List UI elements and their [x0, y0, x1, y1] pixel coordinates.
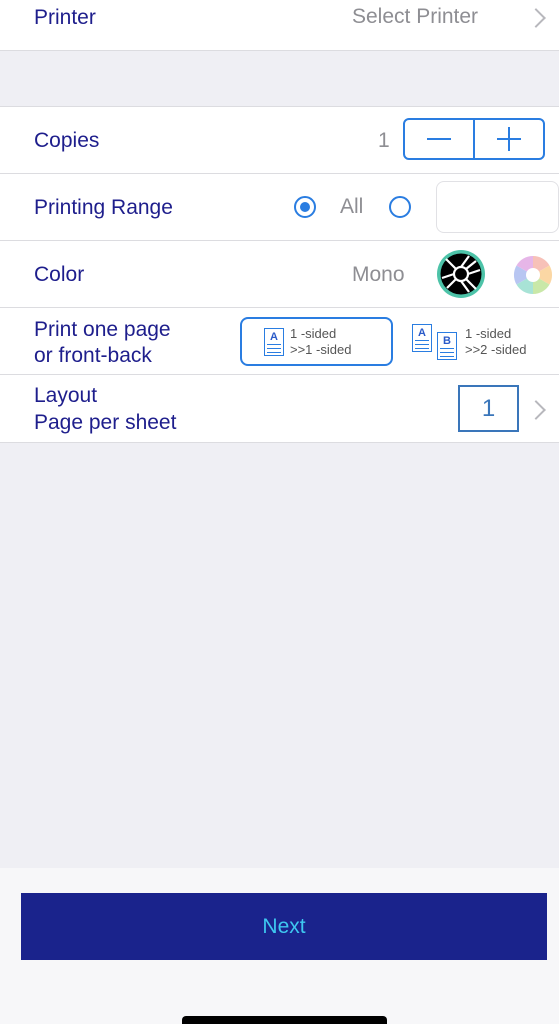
next-button[interactable]: Next: [21, 893, 547, 960]
decrement-button[interactable]: [405, 120, 473, 158]
printer-label: Printer: [34, 6, 96, 29]
minus-icon: [427, 138, 451, 140]
option1-line2: >>1 -sided: [290, 341, 352, 357]
color-label: Color: [34, 263, 85, 286]
option2-line2: >>2 -sided: [465, 341, 527, 357]
chevron-right-icon: [526, 400, 546, 420]
sided-label-line2: or front-back: [34, 344, 152, 367]
document-a-icon: A: [412, 323, 432, 352]
layout-label-line1: Layout: [34, 384, 98, 407]
radio-range[interactable]: [389, 196, 411, 218]
copies-stepper[interactable]: [403, 118, 545, 160]
one-to-one-sided-button[interactable]: A 1 -sided >>1 -sided: [240, 317, 393, 366]
pages-per-sheet-value[interactable]: 1: [458, 385, 519, 432]
printing-range-label: Printing Range: [34, 196, 173, 219]
copies-value: 1: [378, 129, 390, 152]
option1-line1: 1 -sided: [290, 325, 337, 341]
one-to-two-sided-button[interactable]: A B 1 -sided >>2 -sided: [412, 317, 557, 366]
layout-label-line2: Page per sheet: [34, 411, 177, 434]
option2-line1: 1 -sided: [465, 325, 512, 341]
radio-all[interactable]: [294, 196, 316, 218]
color-wheel-icon[interactable]: [513, 255, 553, 295]
increment-button[interactable]: [473, 120, 543, 158]
mono-aperture-icon[interactable]: [436, 249, 486, 299]
sided-row: Print one page or front-back A 1 -sided …: [0, 308, 559, 375]
radio-selected-dot: [300, 202, 310, 212]
chevron-right-icon: [526, 8, 546, 28]
printer-row[interactable]: Printer Select Printer: [0, 0, 559, 51]
color-value: Mono: [352, 263, 405, 286]
radio-all-label: All: [340, 195, 364, 218]
color-row: Color Mono: [0, 241, 559, 308]
home-indicator: [182, 1016, 387, 1024]
document-a-icon: A: [264, 327, 284, 356]
printer-value: Select Printer: [352, 5, 479, 28]
copies-label: Copies: [34, 129, 100, 152]
sided-label-line1: Print one page: [34, 318, 171, 341]
document-b-icon: B: [437, 331, 457, 360]
page-range-input[interactable]: [436, 181, 559, 233]
